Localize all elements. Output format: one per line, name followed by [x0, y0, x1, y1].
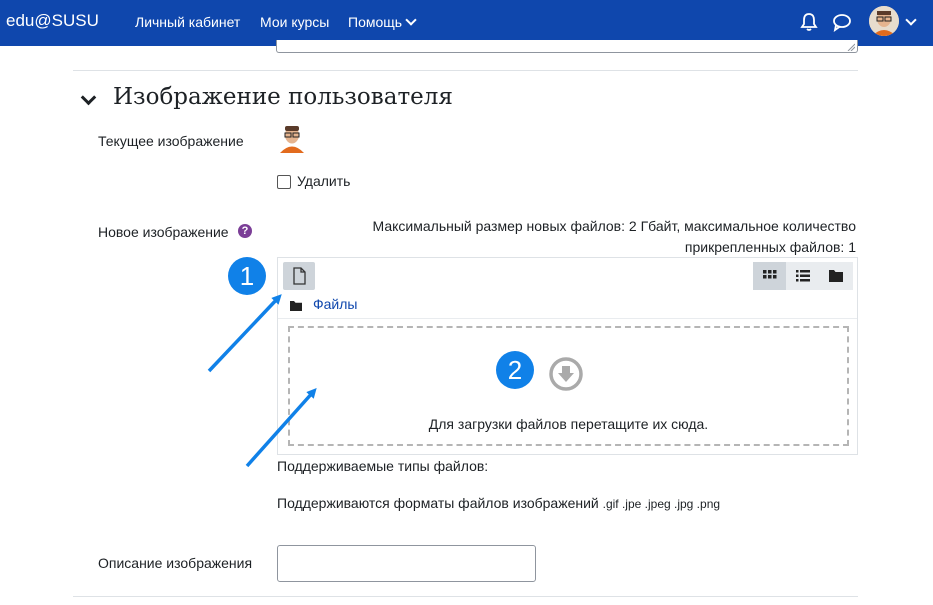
annotation-arrow-2 [245, 388, 317, 468]
annotation-arrow-1 [207, 294, 282, 373]
annotation-badge-1: 1 [228, 257, 266, 295]
annotation-arrows [207, 294, 317, 468]
annotation-badge-2: 2 [496, 351, 534, 389]
